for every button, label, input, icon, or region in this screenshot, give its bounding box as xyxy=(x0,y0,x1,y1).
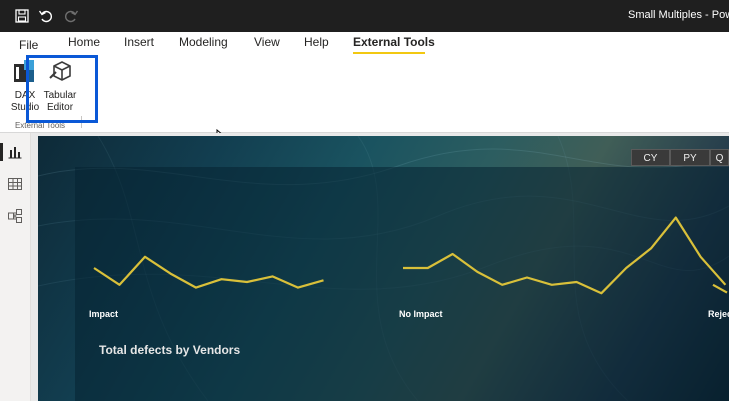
visual-title: Total defects by Vendors xyxy=(99,343,241,357)
sparkline-no-impact xyxy=(403,216,727,295)
sparkline-rejec xyxy=(712,283,728,294)
sparkline-impact xyxy=(93,255,324,289)
sparkline-layer xyxy=(93,216,728,295)
